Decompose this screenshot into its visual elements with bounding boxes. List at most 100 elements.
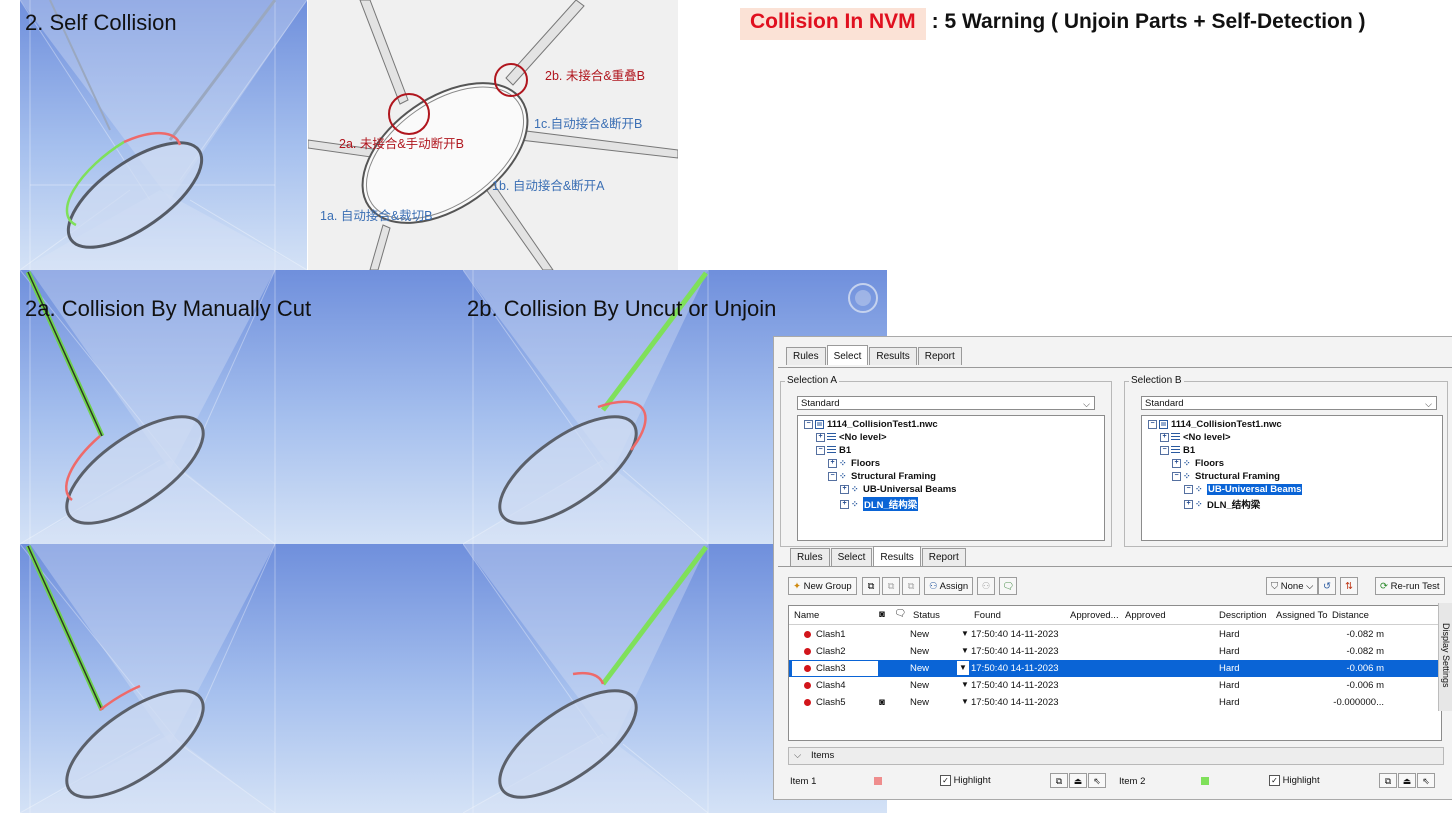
item2-highlight-checkbox[interactable]: ✓ Highlight xyxy=(1269,775,1320,786)
chevron-down-icon: ⌵ xyxy=(1083,399,1090,409)
tree-node[interactable]: −1114_CollisionTest1.nwc xyxy=(1148,419,1282,430)
tree-node[interactable]: −1114_CollisionTest1.nwc xyxy=(804,419,938,430)
col-approved[interactable]: Approved xyxy=(1125,610,1166,621)
rerun-test-button[interactable]: ⟳ Re-run Test xyxy=(1375,577,1445,595)
layer-icon xyxy=(827,433,836,442)
table-row[interactable]: Clash5 ◙ New ▼ 17:50:40 14-11-2023 Hard … xyxy=(789,694,1441,711)
category-icon: ⁘ xyxy=(1183,471,1191,481)
expand-icon[interactable]: + xyxy=(816,433,825,442)
tab-report-top[interactable]: Report xyxy=(917,347,962,365)
item1-highlight-checkbox[interactable]: ✓ Highlight xyxy=(940,775,991,786)
group-icon-button[interactable]: ⧉ xyxy=(862,577,880,595)
label-1a: 1a. 自动接合&裁切B xyxy=(320,209,433,223)
status-dropdown-icon[interactable]: ▼ xyxy=(961,680,969,689)
unassign-icon-button[interactable]: ⚇ xyxy=(977,577,995,595)
tree-node[interactable]: + ⁘ Floors xyxy=(828,458,880,469)
file-icon xyxy=(815,420,824,429)
tree-node[interactable]: + ⁘ DLN_结构梁 xyxy=(1184,497,1260,511)
tree-node-selected[interactable]: + ⁘ DLN_结构梁 xyxy=(840,497,919,511)
item1-label: Item 1 xyxy=(790,776,817,787)
tab-results-bottom[interactable]: Results xyxy=(873,546,921,566)
tab-report-bottom[interactable]: Report xyxy=(921,548,966,566)
tree-node[interactable]: − ⁘ Structural Framing xyxy=(828,471,936,482)
status-dropdown-icon[interactable]: ▼ xyxy=(961,697,969,706)
tab-select-bottom[interactable]: Select xyxy=(830,548,873,566)
tab-results-top[interactable]: Results xyxy=(869,347,917,365)
tree-node[interactable]: − B1 xyxy=(816,445,851,456)
status-dropdown[interactable]: ▼ xyxy=(957,661,969,675)
reset-icon-button[interactable]: ↺ xyxy=(1318,577,1336,595)
tree-node[interactable]: − B1 xyxy=(1160,445,1195,456)
collapse-icon[interactable]: − xyxy=(1172,472,1181,481)
tab-rules-top[interactable]: Rules xyxy=(786,347,826,365)
tree-node[interactable]: + <No level> xyxy=(816,432,887,443)
items-label: Items xyxy=(811,750,835,761)
status-dropdown-icon[interactable]: ▼ xyxy=(961,629,969,638)
table-row[interactable]: Clash4 New ▼ 17:50:40 14-11-2023 Hard -0… xyxy=(789,677,1441,694)
table-row[interactable]: Clash1 New ▼ 17:50:40 14-11-2023 Hard -0… xyxy=(789,626,1441,643)
expand-icon[interactable]: + xyxy=(840,499,849,509)
tree-node[interactable]: + ⁘ UB-Universal Beams xyxy=(840,484,956,495)
col-found[interactable]: Found xyxy=(974,610,1001,621)
collapse-icon[interactable]: − xyxy=(828,472,837,481)
item2-pointer-icon-button[interactable]: ⇖ xyxy=(1417,773,1435,788)
selection-a-combo[interactable]: Standard ⌵ xyxy=(797,396,1095,410)
collapse-icon[interactable]: − xyxy=(816,446,825,455)
comment-icon-button[interactable]: 🗨 xyxy=(999,577,1017,595)
chevron-down-icon: ⌵ xyxy=(1306,581,1314,592)
tree-node-selected[interactable]: − ⁘ UB-Universal Beams xyxy=(1184,484,1303,495)
item2-select-icon-button[interactable]: ⧉ xyxy=(1379,773,1397,788)
new-group-icon: ✦ xyxy=(793,581,801,592)
assign-button[interactable]: ⚇ Assign xyxy=(924,577,974,595)
selection-b-tree[interactable]: −1114_CollisionTest1.nwc + <No level> − B1… xyxy=(1141,415,1443,541)
explode-icon-button[interactable]: ⧉ xyxy=(902,577,920,595)
compact-icon-button[interactable]: ⇅ xyxy=(1340,577,1358,595)
layer-icon xyxy=(827,446,836,455)
item1-select-icon-button[interactable]: ⧉ xyxy=(1050,773,1068,788)
item1-pointer-icon-button[interactable]: ⇖ xyxy=(1088,773,1106,788)
col-status[interactable]: Status xyxy=(913,610,940,621)
slide-title: Collision In NVM: 5 Warning ( Unjoin Par… xyxy=(740,8,1366,40)
expand-icon[interactable]: + xyxy=(828,459,837,468)
tree-node[interactable]: − ⁘ Structural Framing xyxy=(1172,471,1280,482)
item2-tag-icon-button[interactable]: ⏏ xyxy=(1398,773,1416,788)
ungroup-icon-button[interactable]: ⧉ xyxy=(882,577,900,595)
selection-a-title: Selection A xyxy=(785,375,840,386)
none-dropdown[interactable]: ⛉ None ⌵ xyxy=(1266,577,1319,595)
col-name[interactable]: Name xyxy=(794,610,819,621)
collapse-icon[interactable]: − xyxy=(804,420,813,429)
expand-icon[interactable]: + xyxy=(1160,433,1169,442)
col-description[interactable]: Description xyxy=(1219,610,1267,621)
clash-status-dot xyxy=(804,665,811,672)
expand-icon[interactable]: + xyxy=(1172,459,1181,468)
collapse-icon[interactable]: − xyxy=(1148,420,1157,429)
collapse-icon[interactable]: − xyxy=(1160,446,1169,455)
items-header[interactable]: ⌵ Items xyxy=(788,747,1444,765)
col-assigned-to[interactable]: Assigned To xyxy=(1276,610,1328,621)
item1-color-swatch[interactable] xyxy=(874,777,882,785)
new-group-button[interactable]: ✦ New Group xyxy=(788,577,857,595)
col-distance[interactable]: Distance xyxy=(1332,610,1369,621)
collapse-icon[interactable]: − xyxy=(1184,485,1193,494)
item2-color-swatch[interactable] xyxy=(1201,777,1209,785)
results-grid[interactable]: Name ◙ 🗨 Status Found Approved... Approv… xyxy=(788,605,1442,741)
tree-node[interactable]: + <No level> xyxy=(1160,432,1231,443)
expand-icon[interactable]: + xyxy=(1184,499,1193,509)
tab-select-top[interactable]: Select xyxy=(826,345,869,365)
table-row-selected[interactable]: Clash3 New ▼ 17:50:40 14-11-2023 Hard -0… xyxy=(789,660,1441,677)
display-settings-tab[interactable]: Display Settings xyxy=(1438,603,1452,711)
title-highlight: Collision In NVM xyxy=(740,8,926,40)
expand-icon[interactable]: + xyxy=(840,485,849,494)
filter-icon: ⛉ xyxy=(1271,581,1279,592)
viewport-self-collision: 2. Self Collision xyxy=(20,0,307,270)
col-approved-by[interactable]: Approved... xyxy=(1070,610,1119,621)
caption-self-collision: 2. Self Collision xyxy=(25,10,177,35)
item1-tag-icon-button[interactable]: ⏏ xyxy=(1069,773,1087,788)
clash-status-dot xyxy=(804,631,811,638)
selection-a-tree[interactable]: −1114_CollisionTest1.nwc + <No level> − B1… xyxy=(797,415,1105,541)
tree-node[interactable]: + ⁘ Floors xyxy=(1172,458,1224,469)
table-row[interactable]: Clash2 New ▼ 17:50:40 14-11-2023 Hard -0… xyxy=(789,643,1441,660)
selection-b-combo[interactable]: Standard ⌵ xyxy=(1141,396,1437,410)
status-dropdown-icon[interactable]: ▼ xyxy=(961,646,969,655)
tab-rules-bottom[interactable]: Rules xyxy=(790,548,830,566)
